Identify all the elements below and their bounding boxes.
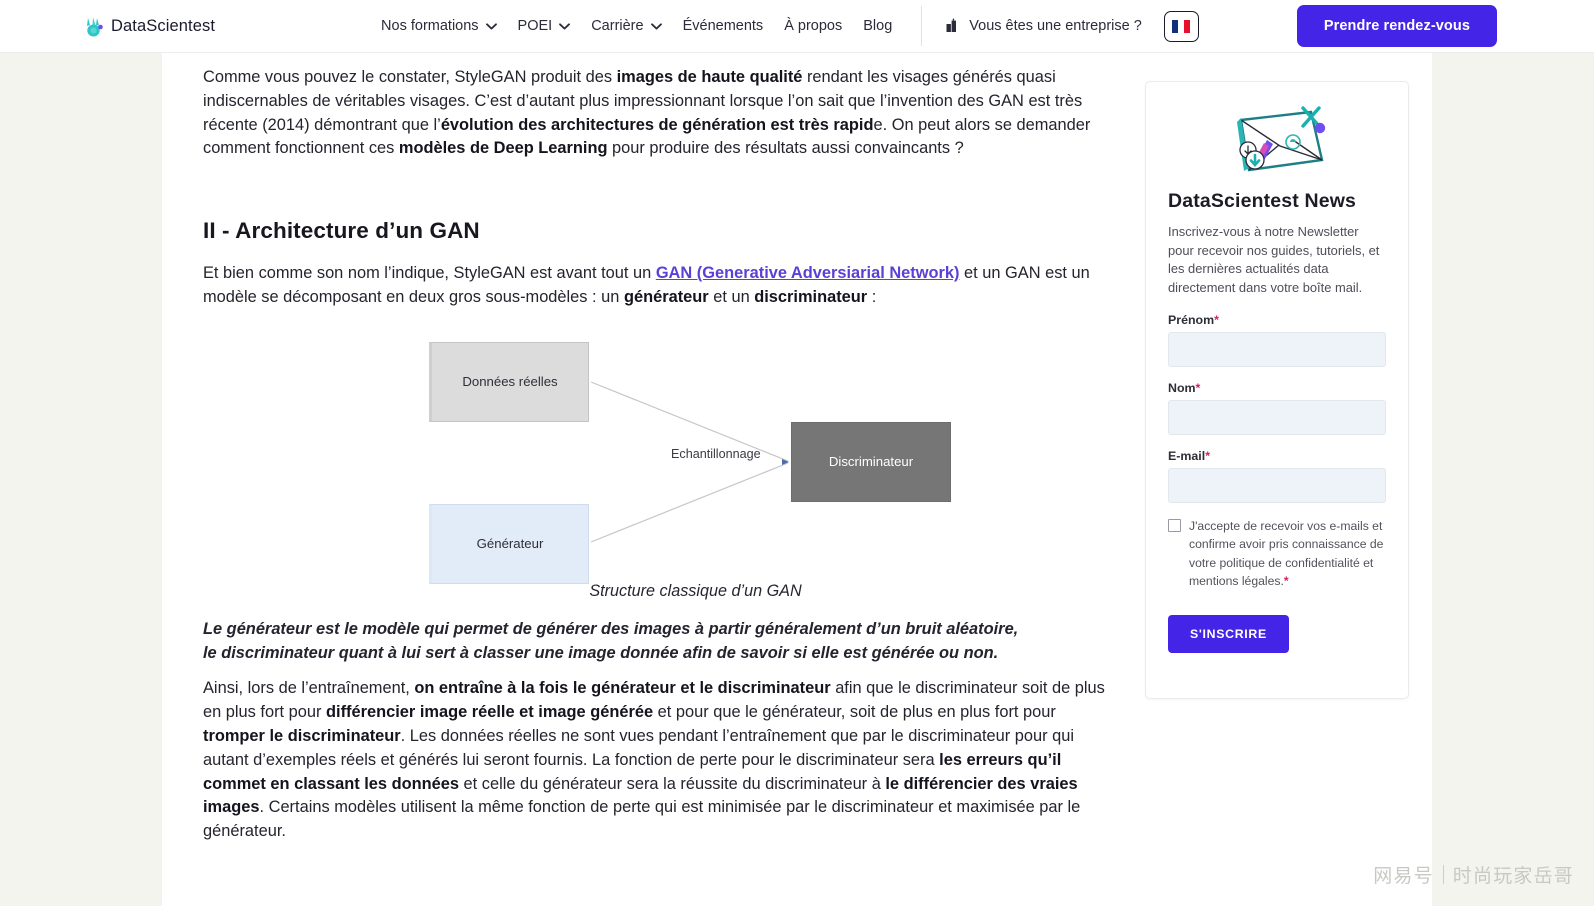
required-mark: *: [1214, 313, 1219, 327]
text-run-bold: images de haute qualité: [616, 68, 803, 86]
logo-text: DataScientest: [111, 16, 216, 35]
label-nom: Nom*: [1168, 381, 1386, 395]
prenom-input[interactable]: [1168, 332, 1386, 367]
paragraph-quote: Le générateur est le modèle qui permet d…: [203, 619, 1019, 662]
nav-item-a-propos[interactable]: À propos: [784, 18, 842, 34]
logo[interactable]: DataScientest: [84, 15, 215, 38]
text-run: et un: [708, 287, 755, 306]
label-text: E-mail: [1168, 449, 1206, 463]
consent-checkbox[interactable]: [1168, 519, 1181, 532]
text-run: Ainsi, lors de l’entraînement,: [203, 679, 415, 698]
fr-flag-icon: [1172, 19, 1191, 33]
newsletter-submit-button[interactable]: S'INSCRIRE: [1168, 615, 1289, 654]
text-run-bold: générateur: [623, 287, 709, 306]
text-run-bold: différencier image réelle et image génér…: [326, 703, 654, 722]
text-run: et celle du générateur sera la réussite …: [458, 774, 886, 793]
article: Comme vous pouvez le constater, StyleGAN…: [203, 53, 1108, 856]
newsletter-title: DataScientest News: [1168, 190, 1357, 212]
required-mark: *: [1205, 449, 1211, 463]
watermark-left: 网易号: [1373, 865, 1434, 887]
text-run: Et bien comme son nom l’indique, StyleGA…: [203, 264, 656, 283]
chevron-down-icon: [559, 22, 571, 30]
prendre-rendez-vous-button[interactable]: Prendre rendez-vous: [1296, 5, 1497, 47]
paragraph-training: Ainsi, lors de l’entraînement, on entraî…: [203, 677, 1108, 844]
nav-item-blog[interactable]: Blog: [863, 18, 892, 34]
node-label: Données réelles: [462, 374, 558, 390]
diagram-edge-label-echantillonnage: Echantillonnage: [671, 446, 761, 461]
text-run: :: [867, 287, 877, 306]
nav-item-carriere[interactable]: Carrière: [591, 18, 662, 34]
watermark-right: 时尚玩家岳哥: [1452, 865, 1574, 887]
nav-label: Événements: [682, 18, 764, 34]
required-mark: *: [1283, 573, 1289, 588]
site-header: DataScientest Nos formations POEI Carriè…: [0, 0, 1594, 53]
text-run-bold: évolution des architectures de génératio…: [440, 115, 874, 134]
nav-item-evenements[interactable]: Événements: [683, 18, 764, 34]
nav-label: POEI: [517, 18, 553, 34]
email-input[interactable]: [1168, 468, 1386, 503]
language-switcher-button[interactable]: [1163, 10, 1199, 42]
node-label: Générateur: [476, 536, 544, 552]
text-run-bold: on entraîne à la fois le générateur et l…: [414, 679, 831, 698]
nav-label: À propos: [784, 18, 843, 34]
nav-item-poei[interactable]: POEI: [518, 18, 571, 34]
nom-input[interactable]: [1168, 400, 1386, 435]
gan-diagram: Données réelles Générateur Discriminateu…: [243, 334, 1148, 584]
paragraph-intro: Comme vous pouvez le constater, StyleGAN…: [203, 53, 1108, 161]
gan-architecture-figure: Données réelles Générateur Discriminateu…: [243, 334, 1068, 602]
enterprise-label: Vous êtes une entreprise ?: [969, 18, 1142, 34]
diagram-node-real-data: Données réelles: [429, 341, 589, 422]
content-sheet: Comme vous pouvez le constater, StyleGAN…: [162, 53, 1432, 906]
nav-label: Carrière: [591, 18, 644, 34]
page-body: Comme vous pouvez le constater, StyleGAN…: [0, 53, 1594, 906]
watermark: 网易号 时尚玩家岳哥: [1373, 861, 1574, 888]
diagram-node-discriminator: Discriminateur: [791, 421, 951, 502]
watermark-divider: [1442, 865, 1444, 884]
nav-label: Blog: [863, 18, 893, 34]
newsletter-description: Inscrivez-vous à notre Newsletter pour r…: [1168, 224, 1380, 295]
text-run: pour produire des résultats aussi convai…: [607, 139, 964, 158]
consent-text: J'accepte de recevoir vos e-mails et con…: [1189, 517, 1386, 590]
text-run: et pour que le générateur, soit de plus …: [653, 703, 1056, 722]
header-divider: [921, 6, 923, 46]
envelope-newsletter-icon: [1168, 102, 1386, 180]
enterprise-link[interactable]: Vous êtes une entreprise ?: [944, 18, 1142, 34]
text-run-bold: tromper le discriminateur: [203, 726, 401, 745]
diagram-node-generator: Générateur: [429, 503, 589, 584]
chevron-down-icon: [650, 22, 662, 30]
text-run-bold: modèles de Deep Learning: [398, 139, 608, 158]
main-nav: Nos formations POEI Carrière Événements …: [381, 18, 892, 34]
newsletter-card: DataScientest News Inscrivez-vous à notr…: [1145, 81, 1409, 699]
datascientest-rabbit-logo-icon: [84, 15, 105, 38]
nav-item-nos-formations[interactable]: Nos formations: [381, 18, 497, 34]
node-label: Discriminateur: [828, 454, 914, 470]
consent-row: J'accepte de recevoir vos e-mails et con…: [1168, 517, 1386, 590]
figure-caption: Structure classique d’un GAN: [589, 581, 802, 600]
text-run: Comme vous pouvez le constater, StyleGAN…: [203, 68, 617, 86]
text-run-bold: discriminateur: [754, 287, 868, 306]
section-title: II - Architecture d’un GAN: [203, 218, 480, 244]
label-text: Prénom: [1168, 313, 1215, 327]
building-icon: [944, 18, 960, 34]
paragraph-section-intro: Et bien comme son nom l’indique, StyleGA…: [203, 262, 1108, 310]
nav-label: Nos formations: [381, 18, 479, 34]
label-text: Nom: [1168, 381, 1196, 395]
gan-definition-link[interactable]: GAN (Generative Adversiarial Network): [656, 264, 960, 282]
required-mark: *: [1195, 381, 1201, 395]
label-email: E-mail*: [1168, 449, 1386, 463]
chevron-down-icon: [485, 22, 497, 30]
label-prenom: Prénom*: [1168, 313, 1386, 327]
text-run: . Certains modèles utilisent la même fon…: [203, 798, 1081, 841]
